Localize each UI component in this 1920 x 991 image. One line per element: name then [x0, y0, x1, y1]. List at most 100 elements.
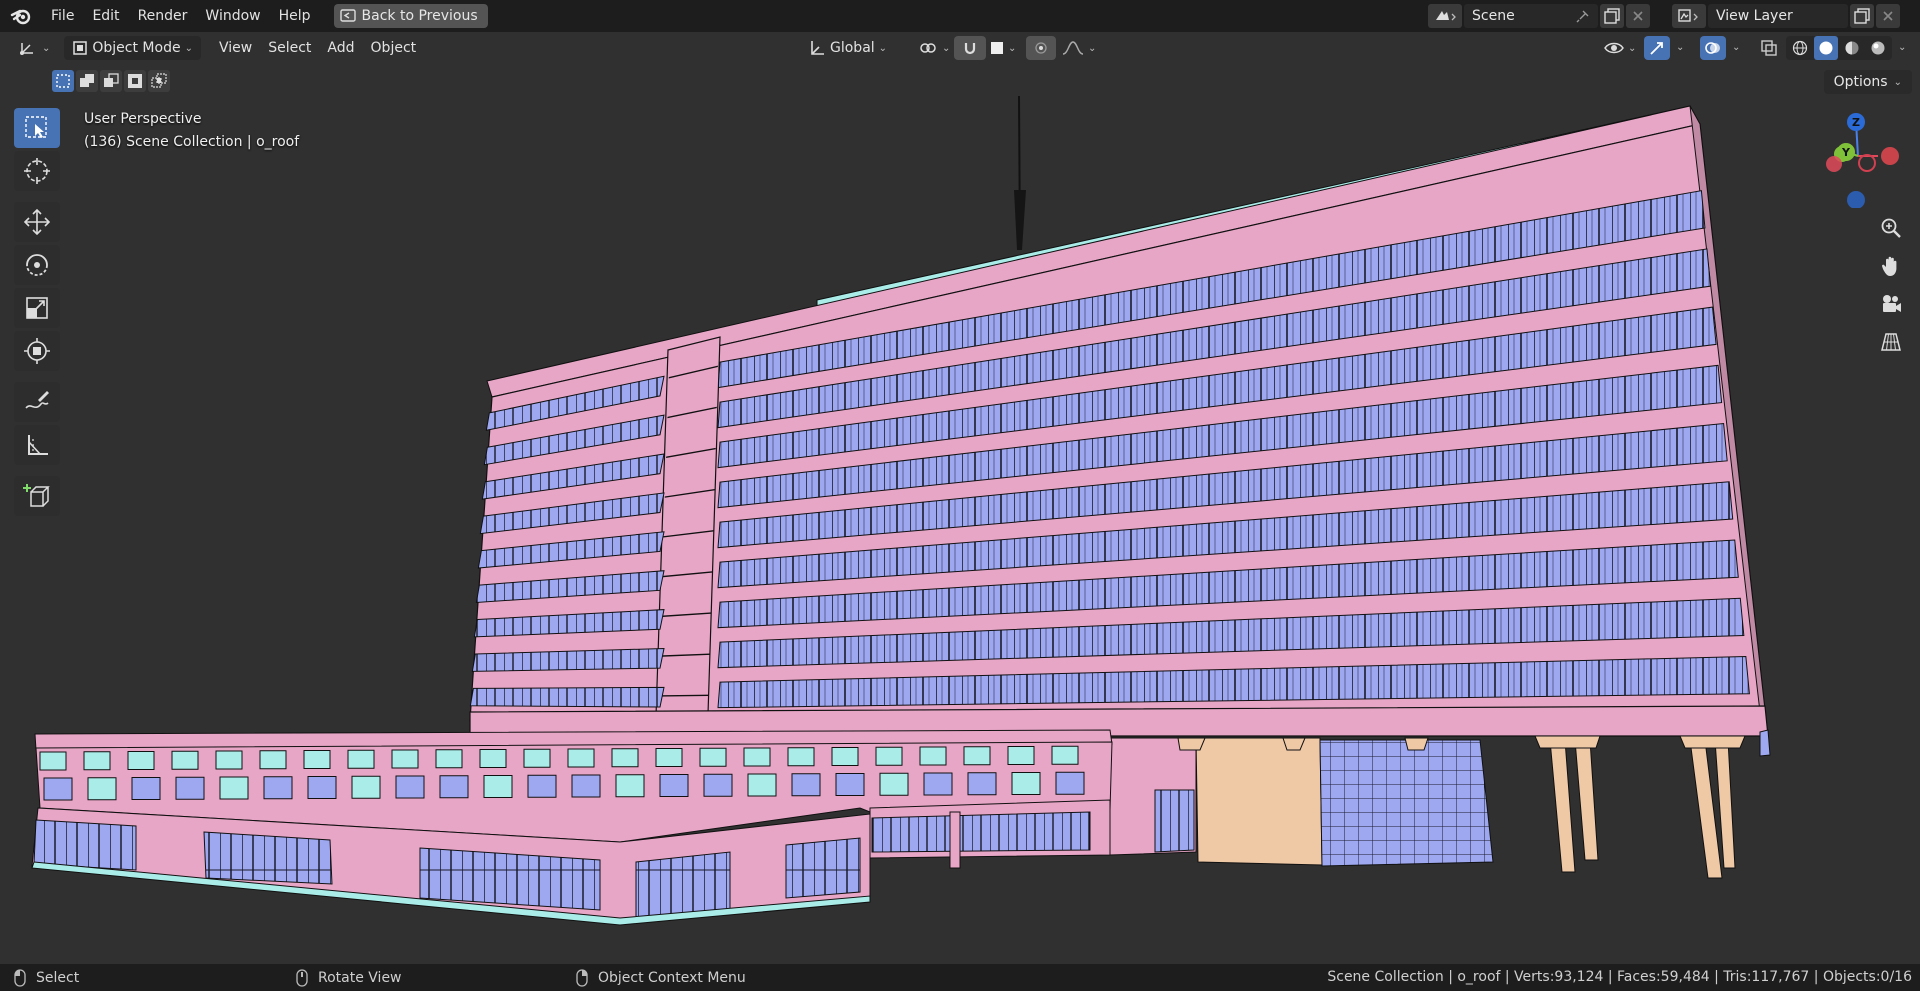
balcony-rail [699, 747, 727, 767]
zoom-button[interactable] [1875, 212, 1907, 244]
menu-view[interactable]: View [211, 36, 260, 60]
mode-dropdown[interactable]: Object Mode ⌄ [64, 36, 201, 60]
balcony-rail [567, 748, 595, 768]
proportional-edit-toggle[interactable] [1026, 36, 1056, 60]
delete-view-layer-button[interactable] [1876, 4, 1900, 28]
solid-sphere-icon [1819, 41, 1833, 55]
falloff-curve-icon [1062, 41, 1084, 55]
mouse-right-icon [576, 968, 588, 987]
transform-orientation-dropdown[interactable]: Global ⌄ [800, 36, 895, 60]
pin-icon[interactable] [1576, 9, 1590, 23]
add-cube-tool[interactable] [14, 476, 60, 516]
gizmo-toggle[interactable] [1644, 36, 1670, 60]
window-band [469, 686, 665, 708]
blender-logo-icon[interactable] [0, 0, 42, 32]
overlays-dropdown-chevron-icon[interactable]: ⌄ [1732, 42, 1740, 53]
select-extend-icon [80, 74, 94, 87]
y-axis-label: Y [1841, 146, 1851, 159]
select-invert-button[interactable] [124, 70, 146, 92]
balcony-rail [1051, 745, 1079, 765]
new-scene-button[interactable] [1600, 4, 1624, 28]
balcony-window [659, 774, 689, 797]
rotate-icon [26, 254, 48, 276]
balcony-rail [259, 750, 287, 770]
transform-tool[interactable] [14, 331, 60, 371]
status-context-hint: Object Context Menu [576, 964, 746, 991]
balcony-window [131, 777, 161, 800]
wireframe-shading-button[interactable] [1788, 36, 1812, 60]
select-subtract-button[interactable] [100, 70, 122, 92]
pivot-icon [920, 43, 936, 53]
balcony-window [175, 776, 205, 800]
menu-file[interactable]: File [42, 0, 83, 32]
select-new-button[interactable] [52, 70, 74, 92]
close-icon [1633, 11, 1643, 21]
back-to-previous-button[interactable]: Back to Previous [333, 4, 488, 28]
3d-viewport[interactable] [0, 96, 1920, 964]
tool-shelf [12, 108, 62, 519]
scene-statistics: Scene Collection | o_roof | Verts:93,124… [1327, 969, 1912, 985]
zoom-icon [1881, 218, 1901, 238]
balcony-rail [347, 749, 375, 769]
shading-dropdown-chevron-icon[interactable]: ⌄ [1898, 42, 1906, 53]
camera-view-button[interactable] [1875, 288, 1907, 320]
perspective-toggle-button[interactable] [1875, 326, 1907, 358]
scale-tool[interactable] [14, 288, 60, 328]
select-extend-button[interactable] [76, 70, 98, 92]
rendered-shading-button[interactable] [1866, 36, 1890, 60]
select-intersect-button[interactable] [148, 70, 170, 92]
object-mode-icon [73, 41, 88, 55]
falloff-dropdown[interactable]: ⌄ [1054, 36, 1104, 60]
balcony-window [87, 777, 117, 801]
rendered-sphere-icon [1871, 41, 1885, 55]
z-axis-label: Z [1852, 116, 1860, 129]
cursor-icon [24, 158, 50, 184]
object-visibility-dropdown[interactable]: ⌄ [1596, 36, 1644, 60]
chevron-down-icon: ⌄ [1088, 42, 1097, 54]
status-bar: Select Rotate View Object Context Menu S… [0, 964, 1920, 991]
balcony-window [703, 773, 733, 797]
balcony-window [307, 776, 337, 799]
select-box-icon [25, 116, 47, 138]
scene-browse-button[interactable] [1428, 4, 1462, 28]
orientation-label: Global [830, 40, 875, 56]
view-layer-name-field[interactable]: View Layer [1708, 4, 1848, 28]
close-icon [1883, 11, 1893, 21]
neg-x-axis-handle [1858, 154, 1876, 172]
move-tool[interactable] [14, 202, 60, 242]
menu-help[interactable]: Help [270, 0, 320, 32]
pan-button[interactable] [1875, 250, 1907, 282]
rotate-tool[interactable] [14, 245, 60, 285]
delete-scene-button[interactable] [1626, 4, 1650, 28]
rotate-hint-label: Rotate View [318, 969, 402, 986]
solid-shading-button[interactable] [1814, 36, 1838, 60]
menu-add[interactable]: Add [319, 36, 362, 60]
menu-select[interactable]: Select [260, 36, 319, 60]
scene-name: Scene [1472, 8, 1515, 24]
measure-tool[interactable] [14, 425, 60, 465]
select-box-tool[interactable] [14, 108, 60, 148]
gizmo-dropdown-chevron-icon[interactable]: ⌄ [1676, 42, 1684, 53]
view-layer-browse-button[interactable] [1672, 4, 1706, 28]
snap-target-dropdown[interactable]: ⌄ [982, 36, 1024, 60]
overlays-toggle[interactable] [1700, 36, 1726, 60]
navigation-gizmo[interactable]: Z Y [1810, 108, 1910, 209]
menu-edit[interactable]: Edit [83, 0, 128, 32]
gizmo-icon [1650, 42, 1663, 55]
annotate-tool[interactable] [14, 382, 60, 422]
new-view-layer-button[interactable] [1850, 4, 1874, 28]
menu-render[interactable]: Render [129, 0, 197, 32]
xray-toggle[interactable] [1756, 36, 1782, 60]
menu-object[interactable]: Object [363, 36, 425, 60]
material-shading-button[interactable] [1840, 36, 1864, 60]
options-dropdown[interactable]: Options ⌄ [1823, 70, 1912, 94]
menu-window[interactable]: Window [196, 0, 269, 32]
mode-label: Object Mode [92, 40, 181, 56]
active-collection-label: (136) Scene Collection | o_roof [84, 134, 300, 150]
balcony-window [571, 774, 601, 798]
scene-name-field[interactable]: Scene [1464, 4, 1598, 28]
pivot-point-dropdown[interactable]: ⌄ [910, 36, 958, 60]
editor-type-button[interactable]: ⌄ [10, 36, 58, 60]
balcony-window [483, 775, 513, 798]
cursor-tool[interactable] [14, 151, 60, 191]
